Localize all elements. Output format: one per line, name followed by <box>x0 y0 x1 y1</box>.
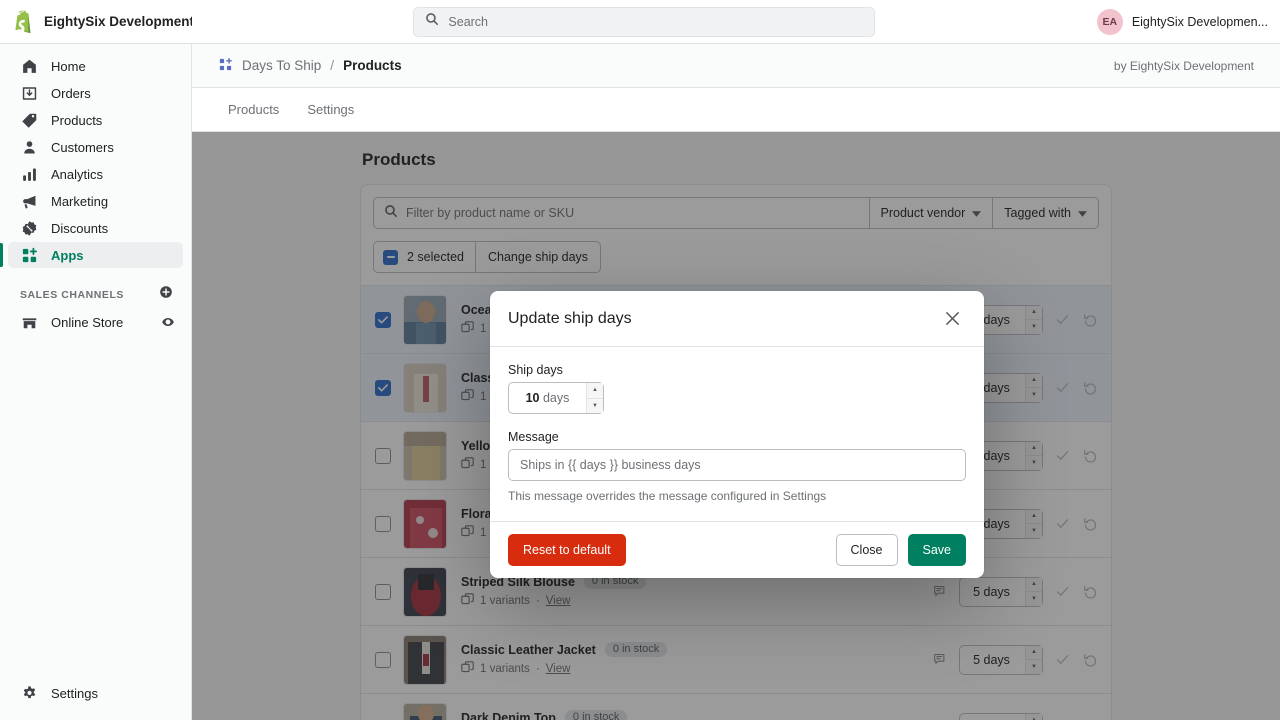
search-placeholder: Search <box>448 15 488 29</box>
tab-bar: Products Settings <box>192 88 1280 132</box>
ship-days-label: Ship days <box>508 363 966 377</box>
tab-settings[interactable]: Settings <box>297 97 364 122</box>
message-input[interactable]: Ships in {{ days }} business days <box>508 449 966 481</box>
orders-icon <box>20 84 39 103</box>
message-label: Message <box>508 430 966 444</box>
sidebar-item-label: Apps <box>51 248 84 263</box>
tag-icon <box>20 111 39 130</box>
modal-body: Ship days 10 days ▲ ▼ Message Ships in {… <box>490 347 984 522</box>
sidebar-item-home[interactable]: Home <box>8 53 183 79</box>
breadcrumb-trail: Days To Ship / Products <box>218 57 402 75</box>
breadcrumb: Days To Ship / Products by EightySix Dev… <box>192 44 1280 88</box>
sidebar-item-settings[interactable]: Settings <box>8 680 183 706</box>
user-menu[interactable]: EA EightySix Developmen... <box>1097 9 1280 35</box>
search-icon <box>425 12 439 31</box>
person-icon <box>20 138 39 157</box>
breadcrumb-current: Products <box>343 58 402 73</box>
update-ship-days-modal: Update ship days Ship days 10 days ▲ ▼ M… <box>490 291 984 578</box>
breadcrumb-app[interactable]: Days To Ship <box>242 58 321 73</box>
modal-header: Update ship days <box>490 291 984 347</box>
sidebar-item-label: Orders <box>51 86 91 101</box>
close-icon[interactable] <box>938 305 966 333</box>
sidebar-item-analytics[interactable]: Analytics <box>8 161 183 187</box>
sidebar-item-marketing[interactable]: Marketing <box>8 188 183 214</box>
sidebar-item-label: Home <box>51 59 86 74</box>
sidebar-item-online-store[interactable]: Online Store <box>8 309 183 335</box>
sidebar-item-discounts[interactable]: Discounts <box>8 215 183 241</box>
sidebar-item-products[interactable]: Products <box>8 107 183 133</box>
user-name: EightySix Developmen... <box>1132 15 1268 29</box>
discount-icon <box>20 219 39 238</box>
sidebar-item-label: Settings <box>51 686 98 701</box>
app-byline: by EightySix Development <box>1114 59 1254 73</box>
breadcrumb-separator: / <box>330 58 334 73</box>
shopify-logo <box>12 10 34 34</box>
brand-name: EightySix Development... <box>44 14 192 29</box>
sales-channels-header: SALES CHANNELS <box>0 269 191 309</box>
sidebar-item-customers[interactable]: Customers <box>8 134 183 160</box>
sidebar-item-orders[interactable]: Orders <box>8 80 183 106</box>
top-bar: EightySix Development... Search EA Eight… <box>0 0 1280 44</box>
message-placeholder: Ships in {{ days }} business days <box>520 458 701 472</box>
sales-channels-label: SALES CHANNELS <box>20 289 124 301</box>
tab-products[interactable]: Products <box>218 97 289 122</box>
search-input[interactable]: Search <box>413 7 875 37</box>
eye-icon[interactable] <box>161 315 175 329</box>
app-root: EightySix Development... Search EA Eight… <box>0 0 1280 720</box>
sidebar-item-apps[interactable]: Apps <box>8 242 183 268</box>
gear-icon <box>20 684 39 703</box>
plus-circle-icon[interactable] <box>159 285 173 304</box>
ship-days-unit: days <box>543 391 569 405</box>
ship-days-number: 10 <box>526 391 540 405</box>
close-button[interactable]: Close <box>836 534 898 566</box>
message-help-text: This message overrides the message confi… <box>508 489 966 503</box>
save-button[interactable]: Save <box>908 534 967 566</box>
sidebar: Home Orders Products <box>0 44 192 720</box>
sidebar-item-label: Customers <box>51 140 114 155</box>
search-area: Search <box>192 7 1097 37</box>
megaphone-icon <box>20 192 39 211</box>
bar-chart-icon <box>20 165 39 184</box>
brand-area[interactable]: EightySix Development... <box>0 10 192 34</box>
home-icon <box>20 57 39 76</box>
modal-ship-days-input[interactable]: 10 days ▲ ▼ <box>508 382 604 414</box>
ship-days-value-group: 10 days <box>509 391 586 405</box>
avatar: EA <box>1097 9 1123 35</box>
modal-ship-days-stepper[interactable]: ▲ ▼ <box>586 383 603 413</box>
sidebar-item-label: Products <box>51 113 102 128</box>
stepper-down-icon[interactable]: ▼ <box>587 399 603 414</box>
reset-to-default-button[interactable]: Reset to default <box>508 534 626 566</box>
sidebar-item-label: Online Store <box>51 315 123 330</box>
stepper-up-icon[interactable]: ▲ <box>587 383 603 399</box>
sidebar-item-label: Discounts <box>51 221 108 236</box>
modal-title: Update ship days <box>508 310 632 328</box>
sidebar-item-label: Analytics <box>51 167 103 182</box>
sidebar-item-label: Marketing <box>51 194 108 209</box>
app-grid-icon <box>218 57 233 75</box>
sidebar-spacer <box>0 336 191 680</box>
apps-grid-icon <box>20 246 39 265</box>
storefront-icon <box>20 313 39 332</box>
modal-footer: Reset to default Close Save <box>490 522 984 578</box>
